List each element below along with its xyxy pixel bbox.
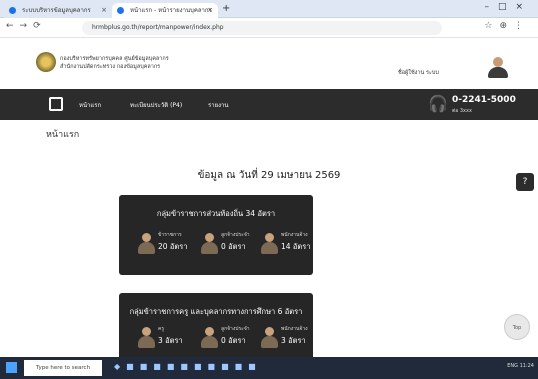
support-phone-ext: ต่อ 3xxx [452, 108, 472, 114]
site-header: กองบริหารทรัพยากรบุคคล ศูนย์ข้อมูลบุคลาก… [0, 38, 538, 89]
windows-taskbar: Type here to search ◆■■■■■■■■■■ ENG 11:2… [0, 357, 538, 379]
stat-label: พนักงานจ้าง [281, 232, 308, 238]
staff-stat: พนักงานจ้าง 3 อัตรา [261, 323, 321, 357]
tab-label: ระบบบริหารข้อมูลบุคลากร [22, 7, 91, 14]
stat-value: 0 อัตรา [221, 336, 246, 345]
staff-stat: พนักงานจ้าง 14 อัตรา [261, 229, 321, 263]
staff-stat: ข้าราชการ 20 อัตรา [138, 229, 198, 263]
staff-stat: ลูกจ้างประจำ 0 อัตรา [201, 229, 261, 263]
stat-label: ครู [158, 326, 165, 332]
home-icon[interactable] [49, 97, 63, 111]
main-navbar: หน้าแรก ทะเบียนประวัติ (P4) รายงาน 🎧 0-2… [0, 89, 538, 120]
nav-item-home[interactable]: หน้าแรก [79, 100, 101, 110]
windows-start-icon[interactable] [6, 362, 17, 373]
card-title: กลุ่มข้าราชการส่วนท้องถิ่น 34 อัตรา [156, 209, 276, 218]
stat-value: 3 อัตรา [158, 336, 183, 345]
card-title: กลุ่มข้าราชการครู และบุคลากรทางการศึกษา … [129, 307, 303, 316]
person-icon [261, 327, 278, 349]
stat-label: พนักงานจ้าง [281, 326, 308, 332]
page-title: หน้าแรก [46, 130, 80, 140]
stat-value: 3 อัตรา [281, 336, 306, 345]
taskbar-search-input[interactable]: Type here to search [24, 360, 102, 376]
stat-label: ลูกจ้างประจำ [221, 326, 250, 332]
user-name[interactable]: ชื่อผู้ใช้งาน ระบบ [398, 69, 439, 77]
window-controls[interactable]: –□× [484, 2, 532, 12]
person-icon [138, 233, 155, 255]
navigation-buttons[interactable]: ←→⟳ [6, 21, 47, 31]
url-field[interactable]: hrmbplus.go.th/report/manpower/index.php [82, 21, 442, 35]
stat-value: 20 อัตรา [158, 242, 188, 251]
org-name-line2: สำนักงานปลัดกระทรวง กองข้อมูลบุคลากร [60, 64, 161, 70]
tab-label: หน้าแรก - หน้ารายงานบุคลากร [130, 7, 212, 14]
tab-favicon-icon [9, 7, 16, 14]
stat-label: ลูกจ้างประจำ [221, 232, 250, 238]
browser-tab-2[interactable]: หน้าแรก - หน้ารายงานบุคลากร × [112, 3, 218, 18]
headset-icon: 🎧 [428, 94, 448, 113]
support-phone: 0-2241-5000 [452, 95, 516, 105]
back-to-top-button[interactable]: Top [504, 314, 530, 340]
close-tab-icon[interactable]: × [207, 3, 213, 18]
stat-value: 0 อัตรา [221, 242, 246, 251]
stat-value: 14 อัตรา [281, 242, 311, 251]
new-tab-button[interactable]: + [222, 3, 230, 14]
nav-item-reports[interactable]: รายงาน [208, 100, 229, 110]
close-tab-icon[interactable]: × [101, 3, 107, 18]
taskbar-app-icons[interactable]: ◆■■■■■■■■■■ [114, 362, 262, 371]
person-icon [261, 233, 278, 255]
person-icon [201, 327, 218, 349]
user-avatar-icon[interactable] [487, 57, 509, 79]
person-icon [201, 233, 218, 255]
stat-label: ข้าราชการ [158, 232, 182, 238]
staff-stat: ครู 3 อัตรา [138, 323, 198, 357]
browser-tab-bar: ระบบบริหารข้อมูลบุคลากร × หน้าแรก - หน้า… [0, 0, 538, 18]
tab-favicon-icon [117, 7, 124, 14]
nav-item-records[interactable]: ทะเบียนประวัติ (P4) [130, 100, 182, 110]
person-icon [138, 327, 155, 349]
org-name-line1: กองบริหารทรัพยากรบุคคล ศูนย์ข้อมูลบุคลาก… [60, 56, 169, 62]
data-as-of-date: ข้อมูล ณ วันที่ 29 เมษายน 2569 [197, 170, 341, 181]
staff-summary-card: กลุ่มข้าราชการส่วนท้องถิ่น 34 อัตรา ข้าร… [119, 195, 313, 275]
staff-stat: ลูกจ้างประจำ 0 อัตรา [201, 323, 261, 357]
teacher-summary-card: กลุ่มข้าราชการครู และบุคลากรทางการศึกษา … [119, 293, 313, 363]
org-logo-icon [36, 52, 56, 72]
address-bar-row: ←→⟳ hrmbplus.go.th/report/manpower/index… [0, 18, 538, 38]
system-tray[interactable]: ENG 11:24 [507, 363, 534, 369]
help-button[interactable]: ? [516, 173, 534, 191]
browser-toolbar-icons[interactable]: ☆⊕⋮ [484, 21, 530, 31]
browser-tab-1[interactable]: ระบบบริหารข้อมูลบุคลากร × [4, 3, 112, 18]
